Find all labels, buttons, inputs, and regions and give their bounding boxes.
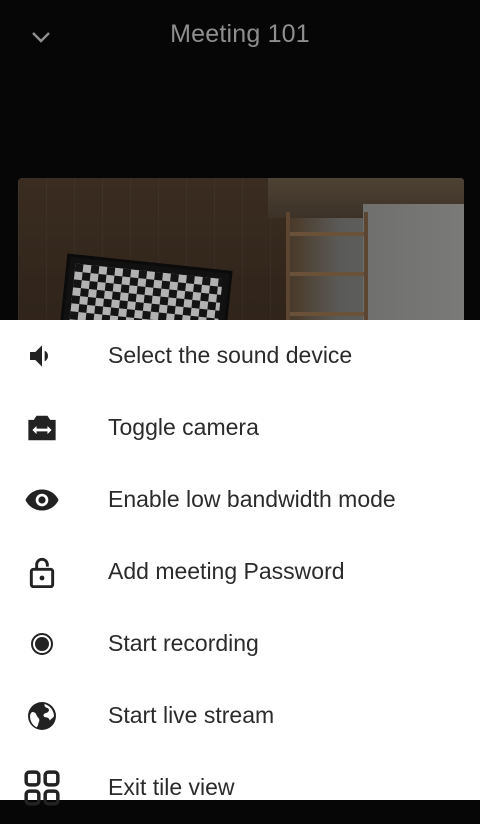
menu-item-label: Start recording xyxy=(108,630,259,656)
menu-item-label: Start live stream xyxy=(108,702,275,728)
top-bar: Meeting 101 xyxy=(0,0,480,72)
switch-camera-icon xyxy=(22,410,62,446)
shelf-board xyxy=(290,312,364,316)
shelf-board xyxy=(290,272,364,276)
menu-item-label: Select the sound device xyxy=(108,342,353,368)
record-icon xyxy=(22,626,62,662)
menu-item-live-stream[interactable]: Start live stream xyxy=(0,680,480,752)
meeting-title: Meeting 101 xyxy=(170,20,310,48)
globe-icon xyxy=(22,698,62,734)
menu-item-label: Exit tile view xyxy=(108,774,235,800)
tile-view-icon xyxy=(22,770,62,806)
menu-item-label: Add meeting Password xyxy=(108,558,345,584)
menu-item-label: Toggle camera xyxy=(108,414,259,440)
participant-video[interactable] xyxy=(18,178,464,338)
eye-icon xyxy=(22,482,62,518)
menu-item-meeting-password[interactable]: Add meeting Password xyxy=(0,536,480,608)
menu-item-exit-tile-view[interactable]: Exit tile view xyxy=(0,752,480,824)
menu-item-low-bandwidth[interactable]: Enable low bandwidth mode xyxy=(0,464,480,536)
lock-open-icon xyxy=(22,554,62,590)
shelf-board xyxy=(290,232,364,236)
menu-item-sound-device[interactable]: Select the sound device xyxy=(0,320,480,392)
volume-icon xyxy=(22,338,62,374)
menu-item-toggle-camera[interactable]: Toggle camera xyxy=(0,392,480,464)
menu-item-start-recording[interactable]: Start recording xyxy=(0,608,480,680)
overflow-menu-sheet: Select the sound device Toggle camera En… xyxy=(0,320,480,806)
menu-item-label: Enable low bandwidth mode xyxy=(108,486,396,512)
video-wall-right xyxy=(363,204,464,338)
